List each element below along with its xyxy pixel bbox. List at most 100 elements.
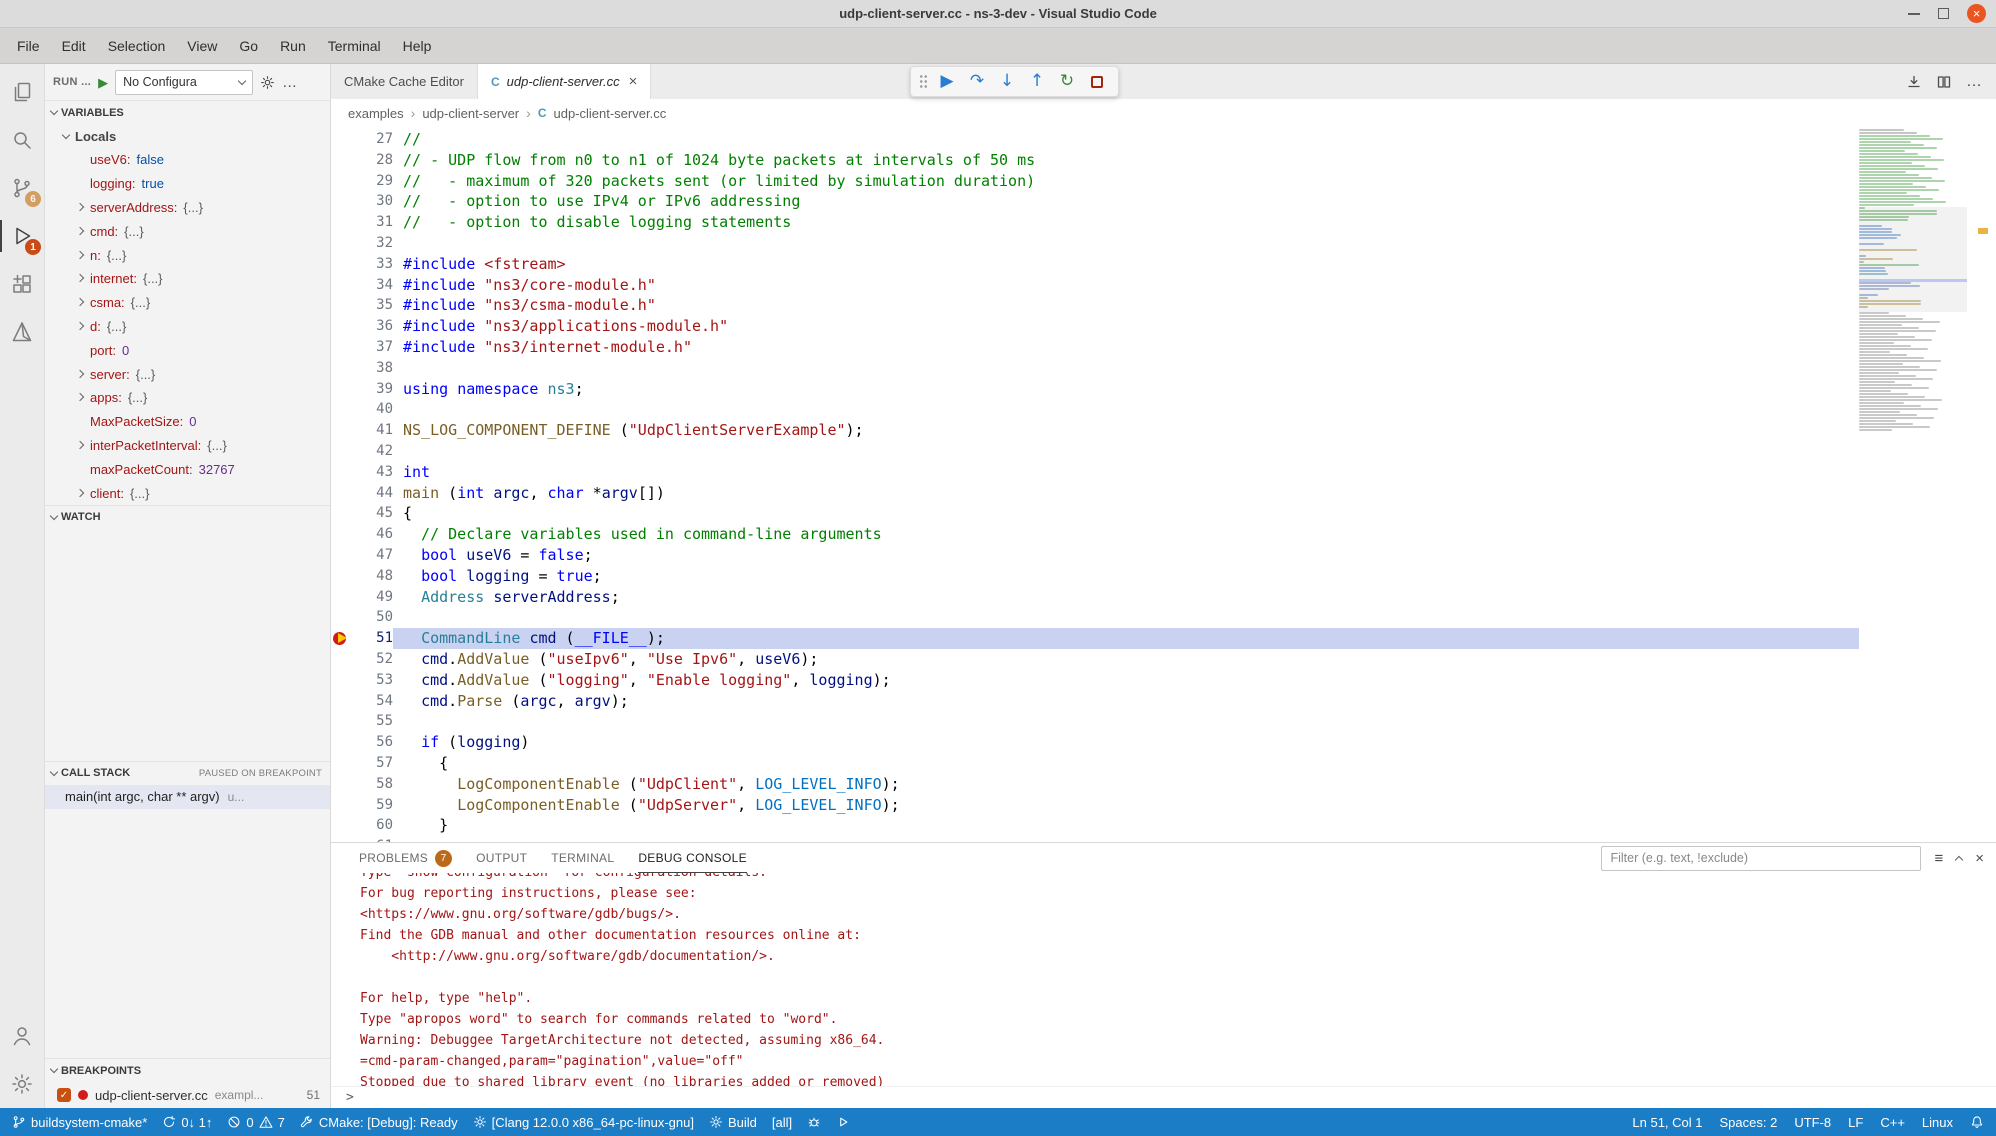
code-text[interactable]: using namespace ns3; bbox=[393, 379, 1859, 400]
code-text[interactable]: Address serverAddress; bbox=[393, 587, 1859, 608]
code-text[interactable]: main (int argc, char *argv[]) bbox=[393, 483, 1859, 504]
watch-section-header[interactable]: WATCH bbox=[45, 505, 330, 529]
line-number[interactable]: 50 bbox=[353, 607, 393, 628]
code-text[interactable]: LogComponentEnable ("UdpServer", LOG_LEV… bbox=[393, 795, 1859, 816]
line-number[interactable]: 54 bbox=[353, 691, 393, 712]
gutter[interactable] bbox=[331, 795, 353, 816]
tab-output[interactable]: OUTPUT bbox=[476, 843, 527, 873]
minimap-slider[interactable] bbox=[1859, 207, 1967, 312]
code-text[interactable]: NS_LOG_COMPONENT_DEFINE ("UdpClientServe… bbox=[393, 420, 1859, 441]
code-text[interactable]: // - option to disable logging statement… bbox=[393, 212, 1859, 233]
variable-row[interactable]: d:{...} bbox=[45, 315, 330, 339]
code-text[interactable]: LogComponentEnable ("UdpClient", LOG_LEV… bbox=[393, 774, 1859, 795]
expand-chevron-icon[interactable] bbox=[73, 390, 90, 406]
breadcrumb-segment[interactable]: udp-client-server.cc bbox=[553, 106, 666, 121]
gutter[interactable] bbox=[331, 670, 353, 691]
code-text[interactable]: { bbox=[393, 753, 1859, 774]
gutter[interactable] bbox=[331, 483, 353, 504]
expand-chevron-icon[interactable] bbox=[73, 366, 90, 382]
gutter[interactable] bbox=[331, 254, 353, 275]
gutter[interactable] bbox=[331, 399, 353, 420]
gutter[interactable] bbox=[331, 628, 353, 649]
code-text[interactable] bbox=[393, 441, 1859, 462]
menu-run[interactable]: Run bbox=[269, 28, 317, 63]
indentation-status[interactable]: Spaces: 2 bbox=[1720, 1115, 1778, 1130]
breakpoint-row[interactable]: ✓ udp-client-server.cc exampl... 51 bbox=[45, 1082, 330, 1108]
line-number[interactable]: 28 bbox=[353, 150, 393, 171]
line-number[interactable]: 61 bbox=[353, 836, 393, 842]
activity-search[interactable] bbox=[0, 116, 44, 164]
gutter[interactable] bbox=[331, 462, 353, 483]
variable-row[interactable]: n:{...} bbox=[45, 243, 330, 267]
line-number[interactable]: 32 bbox=[353, 233, 393, 254]
drag-handle-icon[interactable] bbox=[919, 74, 928, 89]
gutter[interactable] bbox=[331, 836, 353, 842]
gutter[interactable] bbox=[331, 337, 353, 358]
code-text[interactable]: #include "ns3/applications-module.h" bbox=[393, 316, 1859, 337]
line-number[interactable]: 38 bbox=[353, 358, 393, 379]
variable-row[interactable]: interPacketInterval:{...} bbox=[45, 434, 330, 458]
eol-status[interactable]: LF bbox=[1848, 1115, 1863, 1130]
language-status[interactable]: C++ bbox=[1880, 1115, 1905, 1130]
line-number[interactable]: 36 bbox=[353, 316, 393, 337]
activity-extensions[interactable] bbox=[0, 260, 44, 308]
problems-status[interactable]: 07 bbox=[227, 1115, 284, 1130]
close-panel-button[interactable]: × bbox=[1975, 851, 1984, 866]
variable-row[interactable]: client:{...} bbox=[45, 481, 330, 505]
variables-section-header[interactable]: VARIABLES bbox=[45, 100, 330, 124]
breakpoint-checkbox[interactable]: ✓ bbox=[57, 1088, 71, 1102]
line-number[interactable]: 40 bbox=[353, 399, 393, 420]
gutter[interactable] bbox=[331, 503, 353, 524]
code-text[interactable]: bool useV6 = false; bbox=[393, 545, 1859, 566]
more-actions-icon[interactable]: … bbox=[1966, 74, 1982, 90]
variable-row[interactable]: apps:{...} bbox=[45, 386, 330, 410]
activity-source-control[interactable]: 6 bbox=[0, 164, 44, 212]
line-number[interactable]: 59 bbox=[353, 795, 393, 816]
code-text[interactable] bbox=[393, 233, 1859, 254]
gutter[interactable] bbox=[331, 711, 353, 732]
stack-frame-row[interactable]: main(int argc, char ** argv) u... bbox=[45, 785, 330, 809]
gutter[interactable] bbox=[331, 607, 353, 628]
menu-selection[interactable]: Selection bbox=[97, 28, 177, 63]
call-stack-section-header[interactable]: CALL STACK PAUSED ON BREAKPOINT bbox=[45, 761, 330, 785]
tab-udp-client-server[interactable]: C udp-client-server.cc × bbox=[478, 64, 651, 99]
variable-row[interactable]: server:{...} bbox=[45, 362, 330, 386]
code-text[interactable]: // - UDP flow from n0 to n1 of 1024 byte… bbox=[393, 150, 1859, 171]
gutter[interactable] bbox=[331, 316, 353, 337]
activity-settings[interactable] bbox=[0, 1060, 44, 1108]
gutter[interactable] bbox=[331, 275, 353, 296]
variable-row[interactable]: useV6:false bbox=[45, 148, 330, 172]
expand-chevron-icon[interactable] bbox=[73, 271, 90, 287]
minimize-button[interactable] bbox=[1908, 13, 1920, 15]
code-text[interactable]: if (logging) bbox=[393, 732, 1859, 753]
variable-row[interactable]: logging:true bbox=[45, 172, 330, 196]
split-editor-button[interactable] bbox=[1936, 74, 1952, 90]
variable-row[interactable]: cmd:{...} bbox=[45, 219, 330, 243]
close-tab-icon[interactable]: × bbox=[629, 73, 638, 90]
menu-help[interactable]: Help bbox=[392, 28, 443, 63]
code-text[interactable]: cmd.AddValue ("useIpv6", "Use Ipv6", use… bbox=[393, 649, 1859, 670]
line-number[interactable]: 52 bbox=[353, 649, 393, 670]
start-debug-icon[interactable]: ▶ bbox=[98, 76, 108, 89]
variable-row[interactable]: maxPacketCount:32767 bbox=[45, 457, 330, 481]
line-number[interactable]: 30 bbox=[353, 191, 393, 212]
maximize-button[interactable] bbox=[1938, 8, 1949, 19]
git-sync-status[interactable]: 0↓ 1↑ bbox=[162, 1115, 212, 1130]
variable-row[interactable]: internet:{...} bbox=[45, 267, 330, 291]
gutter[interactable] bbox=[331, 295, 353, 316]
gutter[interactable] bbox=[331, 774, 353, 795]
line-number[interactable]: 33 bbox=[353, 254, 393, 275]
gutter[interactable] bbox=[331, 379, 353, 400]
gutter[interactable] bbox=[331, 566, 353, 587]
git-branch-status[interactable]: buildsystem-cmake* bbox=[12, 1115, 147, 1130]
code-text[interactable] bbox=[393, 399, 1859, 420]
line-number[interactable]: 45 bbox=[353, 503, 393, 524]
step-out-button[interactable]: ↑ bbox=[1024, 69, 1050, 95]
line-number[interactable]: 60 bbox=[353, 815, 393, 836]
line-number[interactable]: 48 bbox=[353, 566, 393, 587]
debug-config-select[interactable]: No Configura bbox=[115, 70, 253, 95]
line-number[interactable]: 34 bbox=[353, 275, 393, 296]
gutter[interactable] bbox=[331, 753, 353, 774]
gutter[interactable] bbox=[331, 732, 353, 753]
remote-status[interactable]: Linux bbox=[1922, 1115, 1953, 1130]
